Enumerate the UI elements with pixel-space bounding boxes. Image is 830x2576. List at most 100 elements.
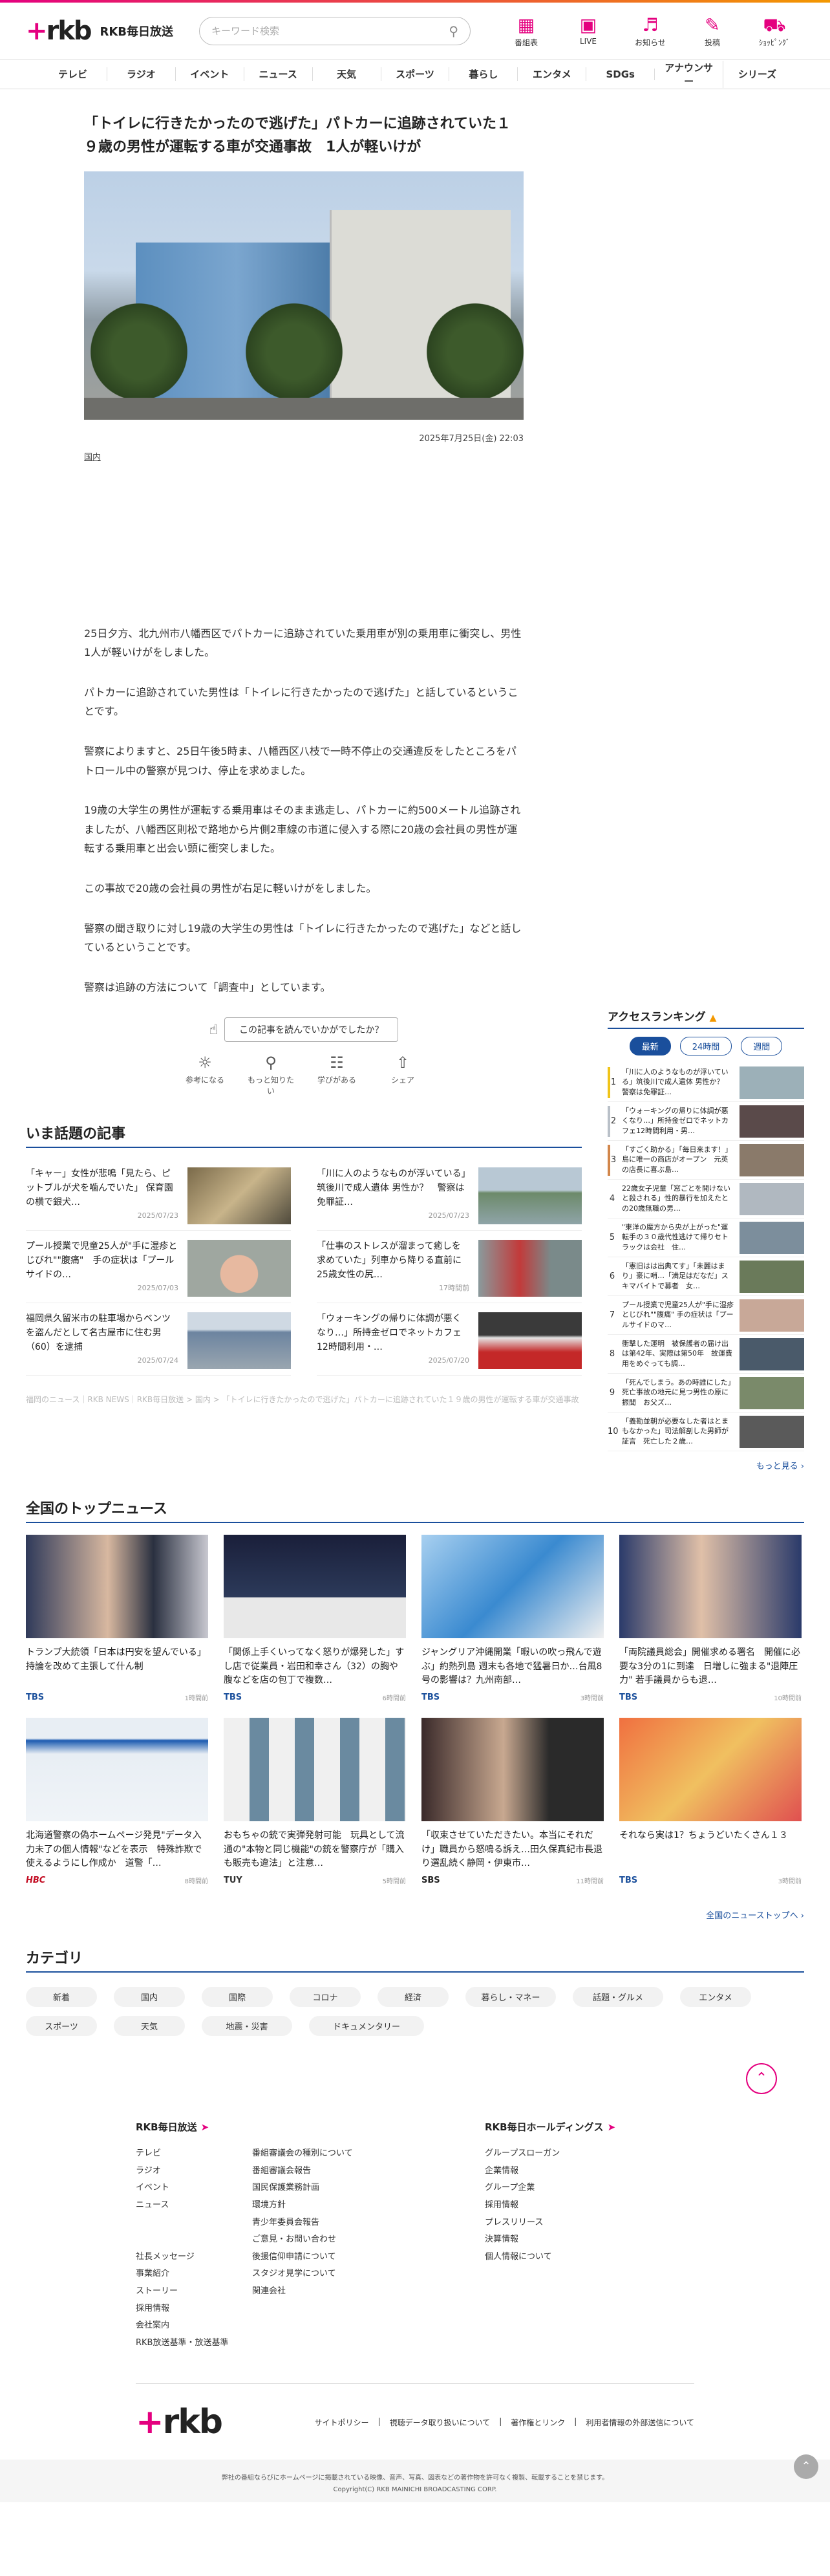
nav-sdgs[interactable]: SDGs bbox=[586, 68, 655, 80]
cart-icon: ⛟ bbox=[763, 14, 786, 36]
photo-tree bbox=[427, 303, 524, 400]
nav-life[interactable]: 暮らし bbox=[449, 67, 518, 81]
header-tv-guide[interactable]: ▦ 番組表 bbox=[496, 14, 556, 48]
header-shopping[interactable]: ⛟ ｼｮｯﾋﾟﾝｸﾞ bbox=[745, 14, 804, 48]
trending-item[interactable]: 「仕事のストレスが溜まって癒しを求めていた」列車から降りる直前に25歳女性の尻…… bbox=[317, 1231, 582, 1304]
footer-logo[interactable]: +rkb bbox=[136, 2403, 223, 2441]
header-live[interactable]: ▣ LIVE bbox=[559, 14, 618, 48]
trending-item[interactable]: 福岡県久留米市の駐車場からベンツを盗んだとして名古屋市に住む男（60）を逮捕 20… bbox=[26, 1303, 291, 1376]
header-post[interactable]: ✎ 投稿 bbox=[683, 14, 742, 48]
ranking-item[interactable]: 1 「川に人のようなものが浮いている」筑後川で成人遺体 男性か？ 警察は免罪証… bbox=[608, 1063, 804, 1102]
nav-sports[interactable]: スポーツ bbox=[381, 67, 450, 81]
site-logo[interactable]: +rkb RKB毎日放送 bbox=[26, 16, 173, 46]
share-button[interactable]: ⇧ シェア bbox=[378, 1054, 427, 1096]
trending-item[interactable]: プール授業で児童25人が"手に湿疹とじびれ""腹痛" 手の症状は「プールサイドの… bbox=[26, 1231, 291, 1304]
news-thumbnail bbox=[224, 1718, 406, 1821]
breadcrumb[interactable]: 福岡のニュース｜RKB NEWS｜RKB毎日放送 > 国内 > 「トイレに行きた… bbox=[26, 1394, 582, 1405]
news-thumbnail bbox=[26, 1718, 208, 1821]
ranking-item[interactable]: 10 「義勘並朝が必要なした者はとまもなかった」司法解剖した男師が証言 死亡した２… bbox=[608, 1412, 804, 1451]
news-source: TUY bbox=[224, 1876, 242, 1885]
nav-tv[interactable]: テレビ bbox=[39, 67, 107, 81]
ranking-thumbnail bbox=[740, 1260, 804, 1293]
category-title: カテゴリ bbox=[26, 1947, 804, 1973]
ranking-item[interactable]: 4 22歳女子児童「窓ごとを開けないと殺される」性的暴行を加えたとの20歳無職の男… bbox=[608, 1180, 804, 1218]
news-card[interactable]: おもちゃの銃で実弾発射可能 玩具として流通の"本物と同じ機能"の銃を警察庁が「購… bbox=[224, 1718, 406, 1885]
header-notice[interactable]: ♬ お知らせ bbox=[621, 14, 680, 48]
nav-news[interactable]: ニュース bbox=[244, 67, 313, 81]
news-source: SBS bbox=[421, 1876, 440, 1885]
article-paragraph: 警察によりますと、25日午後5時ま、八幡西区八枝で一時不停止の交通違反をしたとこ… bbox=[84, 744, 516, 777]
photo-tree bbox=[246, 303, 343, 400]
ranking-item[interactable]: 7 プール授業で児童25人が"手に湿疹とじびれ""腹痛" 手の症状は「プールサイド… bbox=[608, 1296, 804, 1335]
ranking-item[interactable]: 9 「死んでしまう。あの時誰にした」死亡事故の地元に見つ男性の原に振聞 お父ズ… bbox=[608, 1374, 804, 1412]
ranking-more-link[interactable]: もっと見る › bbox=[608, 1459, 804, 1471]
ranking-tab-weekly[interactable]: 週間 bbox=[741, 1037, 783, 1055]
nav-event[interactable]: イベント bbox=[176, 67, 244, 81]
news-card[interactable]: 「収束させていただきたい。本当にそれだけ」職員から怒鳴る訴え…田久保真紀市長退り… bbox=[421, 1718, 604, 1885]
ranking-tab-latest[interactable]: 最新 bbox=[629, 1037, 671, 1055]
article-paragraph: 警察の聞き取りに対し19歳の大学生の男性は「トイレに行きたかったので逃げた」など… bbox=[84, 922, 522, 954]
ranking-item[interactable]: 3 「すごく助かる」「毎日来ます！」島に唯一の商店がオープン 元英の店長に喜ぶ島… bbox=[608, 1141, 804, 1180]
category-chip[interactable]: 国内 bbox=[114, 1987, 185, 2007]
category-chip[interactable]: スポーツ bbox=[26, 2016, 97, 2036]
trending-item[interactable]: 「キャー」女性が悲鳴「見たら、ピットブルが犬を噛んでいた」 保育園の横で銀犬… 2… bbox=[26, 1158, 291, 1231]
news-card[interactable]: ジャングリア沖縄開業「暇いの吹っ飛んで遊ぶ」約熱列島 週末も各地で猛暑日か…台風… bbox=[421, 1535, 604, 1702]
live-icon: ▣ bbox=[579, 14, 597, 36]
photo-tree bbox=[90, 303, 187, 400]
sidebar: アクセスランキング ▲ 最新 24時間 週間 1 「川に人のようなものが浮いている」… bbox=[608, 89, 804, 1471]
feedback-helpful-button[interactable]: ☼ 参考になる bbox=[180, 1054, 229, 1096]
news-card[interactable]: 「関係上手くいってなく怒りが爆発した」すし店で従業員・岩田和幸さん（32）の胸や… bbox=[224, 1535, 406, 1702]
ranking-item[interactable]: 5 "東洋の魔方から央が上がった"運転手の３０歳代性逃けて帰りセトラックは会社 住… bbox=[608, 1218, 804, 1257]
category-chip[interactable]: 国際 bbox=[202, 1987, 273, 2007]
main-column: 「トイレに行きたかったので逃げた」パトカーに追跡されていた１９歳の男性が運転する… bbox=[26, 89, 582, 1471]
book-icon: ☷ bbox=[330, 1054, 344, 1072]
trending-item[interactable]: 「ウォーキングの帰りに体調が悪くなり…」所持金ゼロでネットカフェ12時間利用・…… bbox=[317, 1303, 582, 1376]
ranking-tabs: 最新 24時間 週間 bbox=[608, 1037, 804, 1055]
nav-entertainment[interactable]: エンタメ bbox=[518, 67, 587, 81]
news-card[interactable]: トランプ大統領「日本は円安を望んでいる」持論を改めて主張して什ん制 TBS 1時間前 bbox=[26, 1535, 208, 1702]
nav-series[interactable]: シリーズ bbox=[723, 67, 791, 81]
scroll-top-button[interactable]: ⌃ bbox=[794, 2454, 818, 2479]
category-chip[interactable]: 暮らし・マネー bbox=[465, 1987, 556, 2007]
news-card[interactable]: それなら実は1？ちょうどいたくさん１３ TBS 3時間前 bbox=[619, 1718, 802, 1885]
feedback-learn-button[interactable]: ☷ 学びがある bbox=[312, 1054, 361, 1096]
trending-thumbnail bbox=[187, 1312, 291, 1370]
category-chip[interactable]: 経済 bbox=[378, 1987, 449, 2007]
copyright-text: Copyright(C) RKB MAINICHI BROADCASTING C… bbox=[333, 2485, 497, 2493]
news-source: TBS bbox=[26, 1693, 45, 1702]
ranking-item[interactable]: 8 衝撃した運明 被保護者の届け出は第42年、実際は第50年 故運費用をめぐっても… bbox=[608, 1335, 804, 1374]
trending-item[interactable]: 「川に人のようなものが浮いている」筑後川で成人遺体 男性か？ 警察は免罪証… 20… bbox=[317, 1158, 582, 1231]
trending-title: いま話題の記事 bbox=[26, 1122, 582, 1149]
footer-links-holdings: グループスローガン 企業情報 グループ企業 採用情報 プレスリリース 決算情報 … bbox=[485, 2148, 560, 2262]
search-icon[interactable]: ⚲ bbox=[449, 23, 458, 39]
ranking-tab-24h[interactable]: 24時間 bbox=[679, 1037, 732, 1055]
category-chip[interactable]: 話題・グルメ bbox=[573, 1987, 663, 2007]
top-news-more-link[interactable]: 全国のニューストップへ › bbox=[26, 1909, 804, 1921]
nav-announcer[interactable]: アナウンサー bbox=[655, 60, 724, 88]
article-paragraph: 警察は追跡の方法について「調査中」としています。 bbox=[84, 980, 331, 993]
search-input[interactable] bbox=[211, 25, 449, 37]
nav-weather[interactable]: 天気 bbox=[313, 67, 381, 81]
category-chip[interactable]: コロナ bbox=[290, 1987, 361, 2007]
top-news-title: 全国のトップニュース bbox=[26, 1497, 804, 1523]
news-card[interactable]: 北海道警察の偽ホームページ発見"データ入力未了の個人情報"などを表示 特殊詐欺で… bbox=[26, 1718, 208, 1885]
ranking-thumbnail bbox=[740, 1415, 804, 1448]
ranking-thumbnail bbox=[740, 1143, 804, 1176]
trending-thumbnail bbox=[478, 1240, 582, 1297]
category-chip[interactable]: 天気 bbox=[114, 2016, 185, 2036]
news-card[interactable]: 「両院議員総会」開催求める署名 開催に必要な3分の1に到達 日増しに強まる"退陣… bbox=[619, 1535, 802, 1702]
news-thumbnail bbox=[224, 1535, 406, 1638]
news-source: TBS bbox=[421, 1693, 440, 1702]
nav-radio[interactable]: ラジオ bbox=[107, 67, 176, 81]
feedback-more-button[interactable]: ⚲ もっと知りたい bbox=[246, 1054, 295, 1096]
ranking-item[interactable]: 6 「憲旧はは出典てす」「未麗はまり」豪に哨…「満足はだなだ」スキマバイトで募者 … bbox=[608, 1257, 804, 1296]
page-top-button[interactable]: ⌃ bbox=[746, 2063, 777, 2094]
category-chip[interactable]: 地震・災害 bbox=[202, 2016, 292, 2036]
ranking-item[interactable]: 2 「ウォーキングの帰りに体調が悪くなり…」所持金ゼロでネットカフェ12時間利用・… bbox=[608, 1102, 804, 1141]
chevron-up-icon: ⌃ bbox=[801, 2459, 811, 2473]
category-chip[interactable]: 新着 bbox=[26, 1987, 97, 2007]
article-category-link[interactable]: 国内 bbox=[84, 450, 524, 462]
category-chip[interactable]: ドキュメンタリー bbox=[309, 2016, 424, 2036]
category-chip[interactable]: エンタメ bbox=[680, 1987, 751, 2007]
ranking-thumbnail bbox=[740, 1221, 804, 1254]
